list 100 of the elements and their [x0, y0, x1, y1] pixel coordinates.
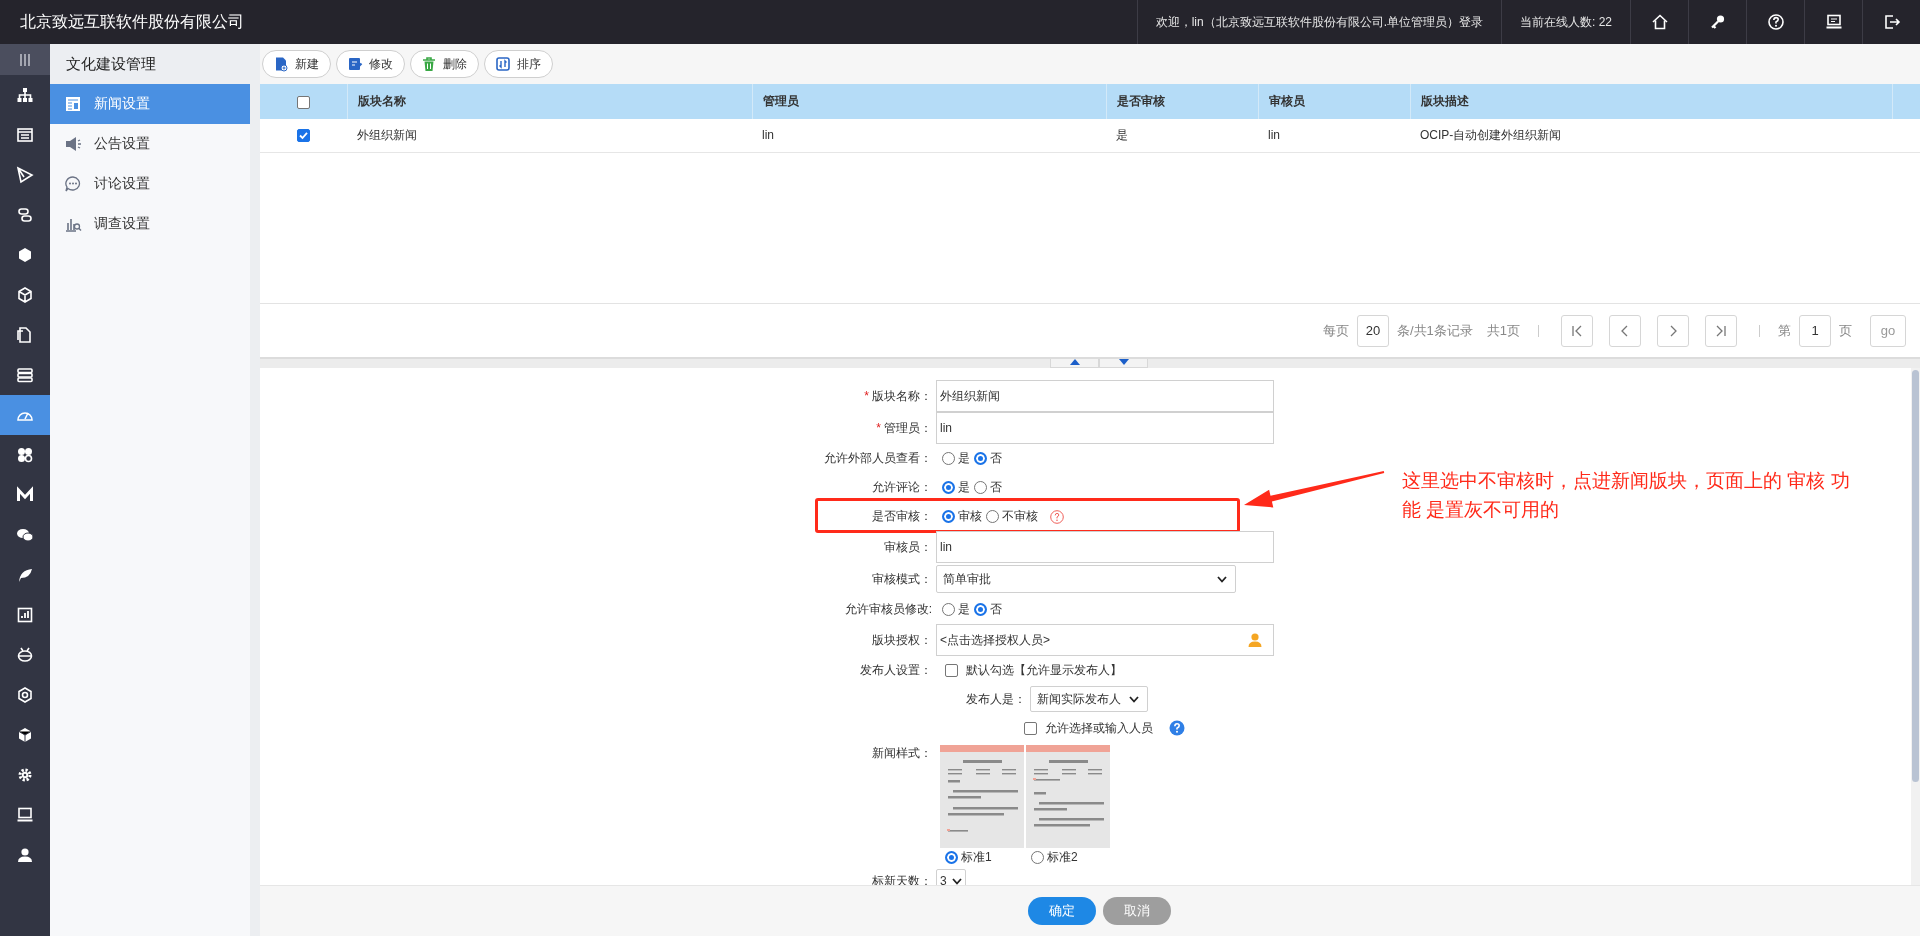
radio-label: 不审核: [1002, 508, 1038, 525]
zigzag-icon: [16, 486, 34, 504]
settings-icon: [16, 766, 34, 784]
page-suffix: 页: [1839, 321, 1852, 340]
monitor-icon: [1824, 13, 1843, 31]
collapse-button[interactable]: [1050, 359, 1099, 368]
toolbar-button[interactable]: 新建: [262, 50, 331, 78]
field-label: 允许评论：: [872, 480, 932, 494]
field-label: 允许外部人员查看：: [824, 451, 932, 465]
cube-icon: [16, 286, 34, 304]
page-count: 共1页: [1486, 321, 1520, 340]
radio-button[interactable]: [1031, 851, 1044, 864]
radio-button[interactable]: [942, 603, 955, 616]
radio-button[interactable]: [974, 481, 987, 494]
chevron-icon: [1217, 575, 1227, 583]
radio-label: 否: [990, 479, 1002, 496]
bar-chart-icon: [16, 606, 34, 624]
radio-button[interactable]: [974, 452, 987, 465]
chat-bubbles-icon: [16, 526, 34, 544]
column-header[interactable]: 是否审核: [1106, 84, 1258, 119]
column-header[interactable]: 管理员: [752, 84, 1106, 119]
chevron-icon: [952, 877, 962, 885]
table-cell: OCIP-自动创建外组织新闻: [1410, 119, 1892, 152]
toolbar-button[interactable]: 排序: [484, 50, 553, 78]
field-label: 是否审核：: [872, 509, 932, 523]
chevron-icon: [1129, 695, 1139, 703]
column-header[interactable]: 版块名称: [347, 84, 752, 119]
record-summary: 条/共1条记录: [1396, 321, 1473, 340]
megaphone-icon: [64, 135, 82, 153]
scrollbar[interactable]: [1911, 368, 1920, 885]
sort-icon: [495, 56, 511, 72]
radio-label: 标准2: [1047, 849, 1078, 866]
expand-button[interactable]: [1099, 359, 1148, 368]
box-icon: [16, 726, 34, 744]
chat-icon: [64, 175, 82, 193]
paper-plane-icon: [16, 166, 34, 184]
radio-label: 标准1: [961, 849, 992, 866]
page-prefix: 第: [1778, 321, 1791, 340]
picker-field[interactable]: <点击选择授权人员>: [936, 624, 1274, 656]
toolbar-button[interactable]: 修改: [336, 50, 405, 78]
checkbox[interactable]: [1024, 721, 1037, 735]
layout-preview-drawing[interactable]: [1026, 745, 1110, 848]
text-field[interactable]: lin: [936, 412, 1274, 444]
menu-item[interactable]: 调查设置: [50, 204, 250, 244]
required-mark: *: [876, 420, 881, 435]
table-cell: lin: [1258, 119, 1410, 152]
app-title: 北京致远互联软件股份有限公司: [19, 11, 245, 32]
radio-button[interactable]: [942, 481, 955, 494]
field-label: 版块授权：: [872, 632, 932, 647]
checkbox-label: 默认勾选【允许显示发布人】: [966, 661, 1122, 679]
flower-icon: [16, 446, 34, 464]
checkbox[interactable]: [296, 95, 310, 109]
radio-button[interactable]: [945, 851, 958, 864]
table-cell: lin: [752, 119, 1106, 152]
help-icon: [1766, 13, 1785, 31]
menu-title: 文化建设管理: [50, 44, 250, 84]
text-field[interactable]: lin: [936, 531, 1274, 563]
per-page-label: 每页: [1322, 321, 1349, 340]
link-icon: [16, 206, 34, 224]
field-label: 审核模式：: [872, 571, 932, 586]
menu-toggle[interactable]: [0, 44, 50, 75]
org-chart-icon: [16, 86, 34, 104]
menu-item[interactable]: 公告设置: [50, 124, 250, 164]
field-label: 发布人设置：: [860, 662, 932, 677]
column-header[interactable]: 审核员: [1258, 84, 1410, 119]
menu-item[interactable]: 讨论设置: [50, 164, 250, 204]
monitor-icon: [16, 806, 34, 824]
confirm-button[interactable]: 确定: [1027, 897, 1096, 925]
stack-icon: [16, 366, 34, 384]
field-label: 审核员：: [884, 539, 932, 554]
toolbar-button[interactable]: 删除: [410, 50, 479, 78]
down-triangle-icon: [1118, 359, 1129, 365]
user-icon: [1247, 632, 1263, 648]
page-size-field[interactable]: 20: [1356, 314, 1389, 347]
dropdown[interactable]: 3: [936, 869, 966, 885]
key-icon: [1708, 13, 1727, 31]
text-field[interactable]: 外组织新闻: [936, 380, 1274, 412]
radio-label: 否: [990, 450, 1002, 467]
radio-button[interactable]: [986, 510, 999, 523]
page-number-field[interactable]: 1: [1799, 314, 1831, 347]
radio-button[interactable]: [942, 452, 955, 465]
radio-label: 否: [990, 601, 1002, 618]
checkbox[interactable]: [297, 129, 310, 143]
radio-button[interactable]: [942, 510, 955, 523]
required-mark: *: [864, 388, 869, 403]
add-document-icon: [273, 56, 289, 72]
user-icon: [16, 846, 34, 864]
document-icon: [16, 326, 34, 344]
annotation-text: 这里选中不审核时，点进新闻版块，页面上的 审核 功能 是置灰不可用的: [1402, 469, 1851, 522]
dropdown[interactable]: 新闻实际发布人: [1030, 686, 1148, 712]
up-triangle-icon: [1069, 359, 1080, 365]
home-icon: [1650, 13, 1669, 31]
dropdown[interactable]: 简单审批: [936, 565, 1236, 593]
column-header[interactable]: 版块描述: [1410, 84, 1892, 119]
layout-preview-drawing[interactable]: [940, 745, 1024, 848]
table-cell: 外组织新闻: [347, 119, 752, 152]
robot-icon: [16, 646, 34, 664]
checkbox[interactable]: [945, 663, 958, 677]
field-label: 允许审核员修改:: [844, 602, 932, 616]
radio-button[interactable]: [974, 603, 987, 616]
